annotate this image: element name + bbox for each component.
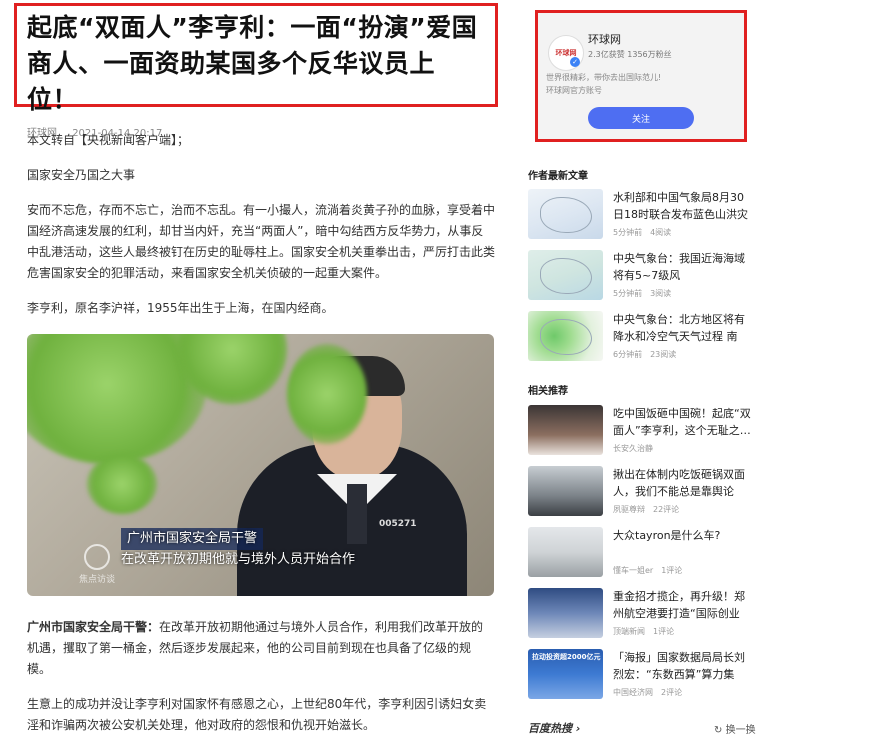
thumbnail	[528, 466, 603, 516]
article-title: 起底“双面人”李亨利：一面“扮演”爱国商人、一面资助某国多个反华议员上位！	[27, 13, 478, 114]
item-title[interactable]: 重金招才揽企，再升级！郑州航空港要打造“国际创业之…	[613, 588, 753, 622]
item-meta: 夙驱尊辩 22评论	[613, 505, 680, 514]
thumbnail	[528, 527, 603, 577]
verified-icon: ✓	[570, 57, 580, 67]
video-caption: 广州市国家安全局干警 在改革开放初期他就与境外人员开始合作	[121, 528, 355, 570]
article-header: 起底“双面人”李亨利：一面“扮演”爱国商人、一面资助某国多个反华议员上位！ 环球…	[14, 3, 498, 139]
chevron-right-icon: ›	[575, 722, 581, 735]
list-item[interactable]: 大众tayron是什么车? 懂车一姐er 1评论	[528, 527, 758, 579]
baidu-hot-logo[interactable]: 百度热搜 ›	[528, 720, 580, 736]
item-title[interactable]: 中央气象台：我国近海海域将有5~7级风	[613, 250, 753, 284]
list-item[interactable]: 拉动投资超2000亿元 「海报」国家数据局局长刘烈宏：“东数西算”算力集聚… 中…	[528, 649, 758, 701]
latest-articles-title: 作者最新文章	[528, 171, 588, 182]
item-title[interactable]: 揪出在体制内吃饭砸锅双面人，我们不能总是靠舆论被…	[613, 466, 753, 500]
paragraph: 国家安全乃国之大事	[27, 168, 136, 182]
caption-text: 在改革开放初期他就与境外人员开始合作	[121, 552, 356, 567]
watermark-logo-icon	[84, 544, 110, 570]
item-title[interactable]: 大众tayron是什么车?	[613, 527, 753, 561]
thumbnail	[528, 189, 603, 239]
foreground-leaf	[87, 454, 157, 514]
paragraph: 李亨利，原名李沪祥，1955年出生于上海，在国内经商。	[27, 301, 334, 315]
thumbnail: 拉动投资超2000亿元	[528, 649, 603, 699]
item-meta: 5分钟前 3阅读	[613, 289, 672, 298]
item-meta: 长安久治静	[613, 444, 653, 453]
list-item[interactable]: 中央气象台：我国近海海域将有5~7级风 5分钟前 3阅读	[528, 250, 758, 302]
paragraph: 本文转自【央视新闻客户端】；	[27, 133, 190, 147]
article-video[interactable]: 005271 焦点访谈 广州市国家安全局干警 在改革开放初期他就与境外人员开始合…	[27, 334, 494, 596]
foreground-leaf	[287, 344, 367, 444]
thumbnail	[528, 588, 603, 638]
thumbnail	[528, 311, 603, 361]
item-title[interactable]: 中央气象台：北方地区将有降水和冷空气天气过程 南方…	[613, 311, 753, 345]
author-stats: 2.3亿获赞 1356万粉丝	[588, 50, 672, 59]
avatar[interactable]: 环球网	[548, 35, 584, 71]
paragraph: 生意上的成功并没让李亨利对国家怀有感恩之心，上世纪80年代，李亨利因引诱妇女卖淫…	[27, 697, 487, 732]
paragraph: 安而不忘危，存而不忘亡，治而不忘乱。有一小撮人，流淌着炎黄子孙的血脉，享受着中国…	[27, 203, 496, 280]
refresh-button[interactable]: ↻ 换一换	[714, 721, 756, 736]
speaker-label: 广州市国家安全局干警：	[27, 620, 160, 634]
refresh-icon: ↻	[714, 725, 723, 736]
follow-button[interactable]: 关注	[588, 107, 694, 129]
item-title[interactable]: 吃中国饭砸中国碗！起底“双面人”李亨利，这个无耻之…	[613, 405, 753, 439]
list-item[interactable]: 吃中国饭砸中国碗！起底“双面人”李亨利，这个无耻之… 长安久治静	[528, 405, 758, 457]
article-body-continued: 广州市国家安全局干警：在改革开放初期他通过与境外人员合作，利用我们改革开放的机遇…	[27, 617, 487, 750]
author-name[interactable]: 环球网	[588, 31, 621, 47]
list-item[interactable]: 水利部和中国气象局8月30日18时联合发布蓝色山洪灾害… 5分钟前4阅读	[528, 189, 758, 241]
author-description: 世界很精彩，带你去出国际范儿! 环球网官方账号	[546, 73, 662, 95]
item-meta: 5分钟前 4阅读	[613, 228, 672, 237]
item-meta: 6分钟前 23阅读	[613, 350, 677, 359]
item-title[interactable]: 水利部和中国气象局8月30日18时联合发布蓝色山洪灾害…	[613, 189, 753, 223]
thumbnail	[528, 250, 603, 300]
paragraph: 广州市国家安全局干警：在改革开放初期他通过与境外人员合作，利用我们改革开放的机遇…	[27, 620, 484, 676]
video-watermark: 焦点访谈	[79, 544, 115, 585]
item-meta: 中国经济网 2评论	[613, 688, 683, 697]
badge-number: 005271	[379, 519, 417, 529]
thumbnail	[528, 405, 603, 455]
related-title: 相关推荐	[528, 386, 568, 397]
item-meta: 顶端新闻 1评论	[613, 627, 675, 636]
list-item[interactable]: 重金招才揽企，再升级！郑州航空港要打造“国际创业之… 顶端新闻1评论	[528, 588, 758, 640]
list-item[interactable]: 中央气象台：北方地区将有降水和冷空气天气过程 南方… 6分钟前23阅读	[528, 311, 758, 363]
author-card: 环球网 ✓ 环球网 2.3亿获赞 1356万粉丝 世界很精彩，带你去出国际范儿!…	[535, 10, 747, 142]
caption-speaker: 广州市国家安全局干警	[121, 528, 264, 550]
list-item[interactable]: 揪出在体制内吃饭砸锅双面人，我们不能总是靠舆论被… 夙驱尊辩22评论	[528, 466, 758, 518]
item-meta: 懂车一姐er 1评论	[613, 566, 683, 575]
item-title[interactable]: 「海报」国家数据局局长刘烈宏：“东数西算”算力集聚…	[613, 649, 753, 683]
article-body: 本文转自【央视新闻客户端】； 国家安全乃国之大事 安而不忘危，存而不忘亡，治而不…	[27, 130, 495, 333]
